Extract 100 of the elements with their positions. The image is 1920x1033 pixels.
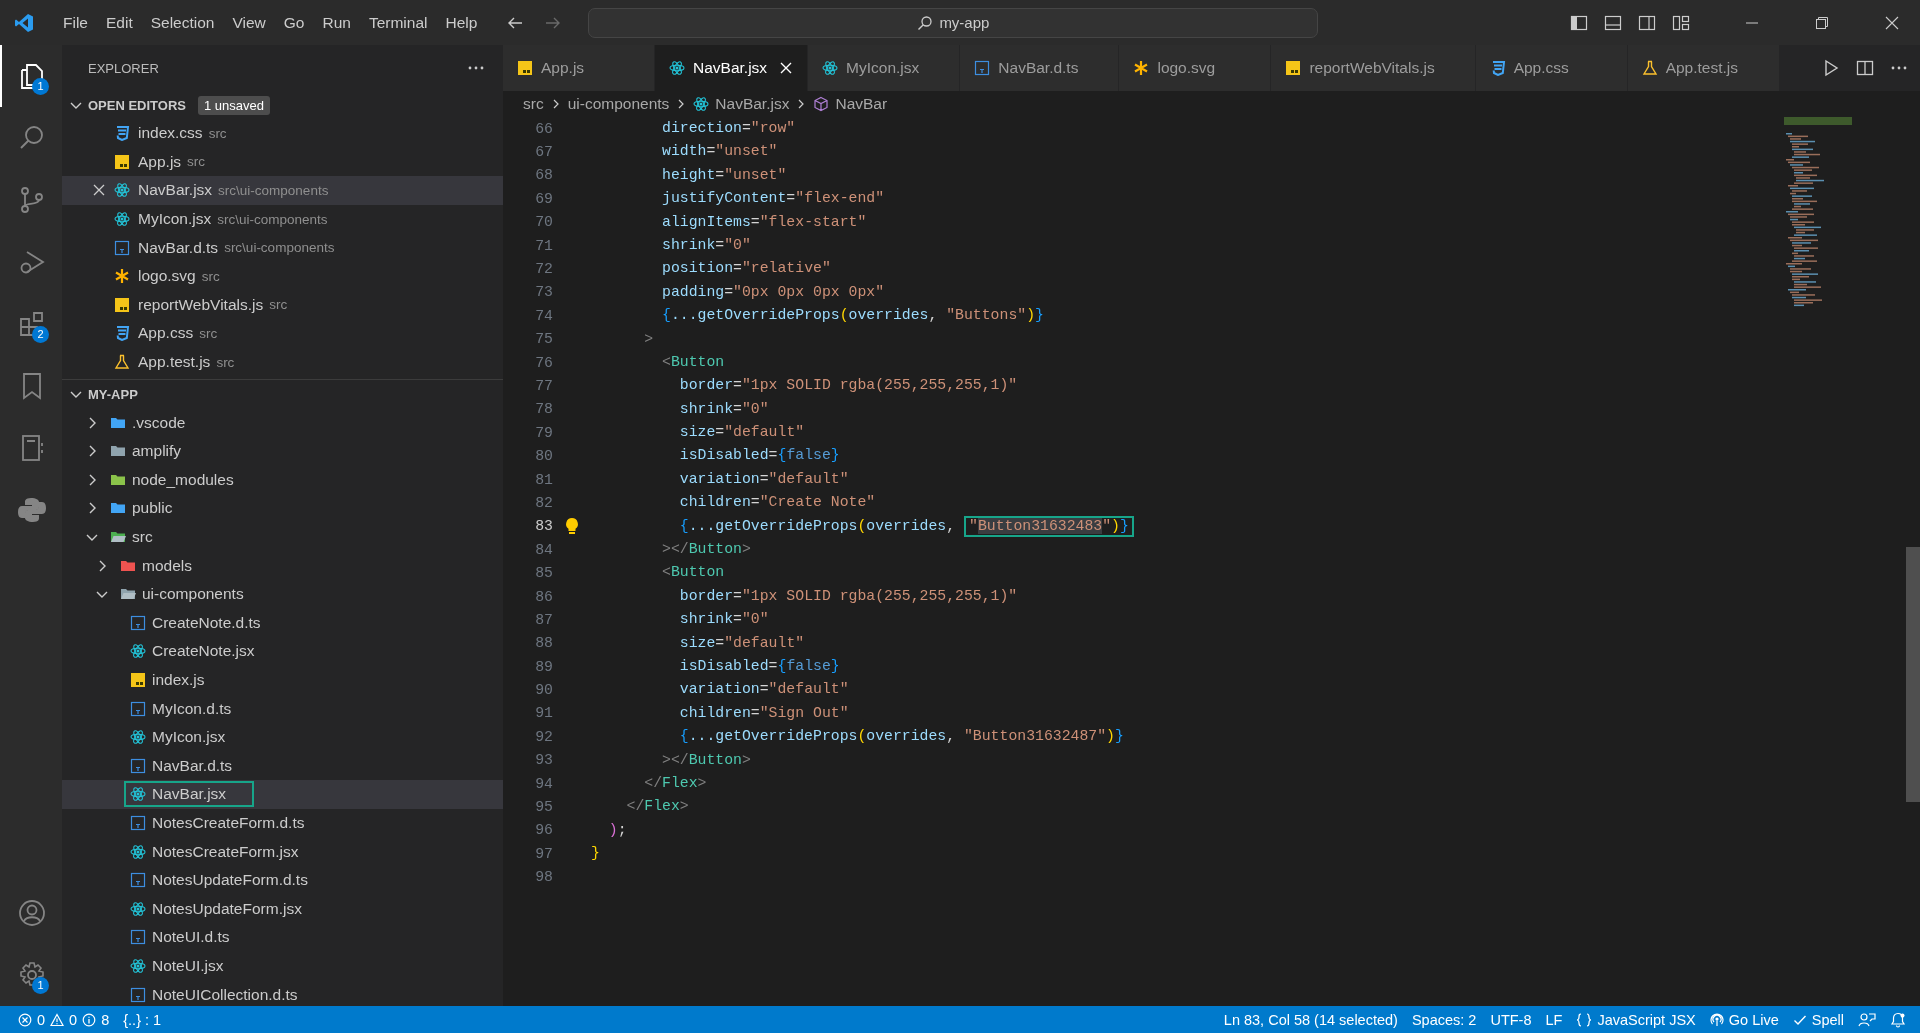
code-line: variation="default": [678, 680, 849, 700]
split-layout-icon[interactable]: [1638, 13, 1656, 32]
code-line: );: [607, 820, 627, 840]
lightbulb-icon[interactable]: [565, 517, 579, 536]
breadcrumb-item[interactable]: NavBar.jsx: [693, 95, 790, 113]
close-icon[interactable]: [1884, 14, 1900, 31]
info-icon: [82, 1012, 97, 1027]
play-icon[interactable]: [1822, 59, 1840, 77]
split-editor-icon[interactable]: [1856, 59, 1874, 77]
scrollbar-thumb[interactable]: [1906, 547, 1920, 802]
tree-item[interactable]: NotesUpdateForm.d.ts: [124, 867, 336, 894]
spell-check-status[interactable]: Spell: [1792, 1011, 1844, 1028]
open-editor-item[interactable]: NavBar.d.ts src\ui-components: [62, 233, 503, 262]
atom-icon: [669, 60, 685, 76]
unsaved-badge: 1 unsaved: [198, 95, 270, 115]
menu-item[interactable]: Selection: [141, 9, 224, 36]
tree-item[interactable]: NoteUICollection.d.ts: [124, 981, 326, 1006]
open-editor-item[interactable]: App.test.js src: [62, 347, 503, 377]
go-live-button[interactable]: Go Live: [1709, 1011, 1779, 1028]
tree-item[interactable]: NoteUI.d.ts: [124, 924, 258, 951]
encoding-status[interactable]: UTF-8: [1490, 1011, 1532, 1028]
line-number: 88: [534, 635, 553, 652]
tree-item[interactable]: node_modules: [104, 466, 262, 493]
search-field[interactable]: my-app: [588, 7, 1319, 38]
menu-item[interactable]: Edit: [97, 9, 142, 36]
menu-item[interactable]: Terminal: [359, 9, 437, 36]
open-editor-item[interactable]: logo.svg src: [62, 261, 503, 291]
tree-item[interactable]: CreateNote.jsx: [124, 638, 283, 665]
editor-tab[interactable]: NavBar.jsx: [655, 45, 809, 91]
code-line: ></Button>: [661, 540, 751, 560]
tree-item[interactable]: CreateNote.d.ts: [124, 609, 289, 636]
code-line: children="Create Note": [678, 493, 876, 513]
menu-item[interactable]: Help: [436, 9, 487, 36]
breadcrumb-item[interactable]: src: [523, 95, 544, 113]
cursor-position[interactable]: Ln 83, Col 58 (14 selected): [1223, 1011, 1398, 1028]
tree-item[interactable]: MyIcon.d.ts: [124, 695, 260, 722]
tree-item[interactable]: amplify: [104, 438, 210, 465]
bell-icon[interactable]: [1890, 1011, 1906, 1028]
close-icon[interactable]: [92, 183, 106, 198]
editor-tab[interactable]: NavBar.d.ts: [960, 45, 1120, 91]
tree-item[interactable]: NotesUpdateForm.jsx: [124, 895, 330, 922]
tree-item[interactable]: NotesCreateForm.d.ts: [124, 809, 333, 836]
breadcrumb-item[interactable]: ui-components: [567, 95, 670, 113]
open-editor-item[interactable]: App.css src: [62, 319, 503, 348]
tree-item[interactable]: MyIcon.jsx: [124, 724, 254, 751]
tree-item[interactable]: ui-components: [114, 581, 272, 608]
feedback-icon[interactable]: [1858, 1011, 1876, 1028]
editor-tab[interactable]: logo.svg: [1119, 45, 1272, 91]
editor-tab[interactable]: MyIcon.jsx: [808, 45, 961, 91]
section-header[interactable]: OPEN EDITORS 1 unsaved: [62, 91, 503, 119]
breadcrumb-item[interactable]: NavBar: [813, 95, 888, 113]
tree-item[interactable]: src: [104, 524, 181, 550]
menu-item[interactable]: Go: [274, 9, 314, 36]
tree-item[interactable]: NoteUI.jsx: [124, 952, 252, 979]
indentation-status[interactable]: Spaces: 2: [1411, 1011, 1477, 1028]
line-number: 72: [534, 261, 553, 278]
code-line: shrink="0": [678, 610, 769, 630]
menu-item[interactable]: File: [54, 9, 97, 36]
tree-item[interactable]: index.js: [124, 667, 233, 693]
line-number: 73: [534, 284, 553, 301]
line-number: 74: [534, 307, 553, 324]
ts-file-icon: [130, 872, 146, 889]
bracket-status[interactable]: {..} : 1: [123, 1011, 162, 1028]
editor-tab[interactable]: reportWebVitals.js: [1271, 45, 1476, 91]
ts-file-icon: [130, 614, 146, 631]
section-header[interactable]: MY-APP: [62, 379, 503, 409]
menu-item[interactable]: Run: [313, 9, 360, 36]
sidebar-layout-icon[interactable]: [1570, 13, 1588, 32]
editor-tab[interactable]: App.js: [503, 45, 655, 91]
line-number: 92: [534, 728, 553, 745]
editor-tab[interactable]: App.css: [1475, 45, 1628, 91]
tree-item[interactable]: models: [114, 552, 220, 579]
open-editor-item[interactable]: reportWebVitals.js src: [62, 290, 503, 320]
open-editor-item[interactable]: index.css src: [62, 119, 503, 148]
activity-bar-item[interactable]: 1: [0, 944, 62, 1006]
code-line: alignItems="flex-start": [661, 212, 867, 232]
ts-file-icon: [974, 60, 991, 76]
problems-status[interactable]: 0 0 8: [18, 1011, 110, 1028]
menu-item[interactable]: View: [223, 9, 275, 36]
activity-bar-item[interactable]: 2: [0, 293, 62, 355]
panel-layout-icon[interactable]: [1604, 13, 1622, 32]
tree-item[interactable]: public: [104, 495, 201, 522]
open-editor-item[interactable]: MyIcon.jsx src\ui-components: [62, 204, 503, 234]
code-line: size="default": [678, 423, 805, 443]
open-editor-item[interactable]: App.js src: [62, 147, 503, 177]
line-number: 84: [534, 541, 553, 558]
tree-item[interactable]: .vscode: [104, 409, 214, 436]
line-ending-status[interactable]: LF: [1545, 1011, 1563, 1028]
editor-tab[interactable]: App.test.js: [1627, 45, 1780, 91]
restore-icon[interactable]: [1814, 14, 1830, 31]
close-icon[interactable]: [779, 61, 794, 75]
atom-icon: [114, 182, 130, 199]
ts-file-icon: [130, 929, 146, 946]
line-number: 82: [534, 494, 553, 511]
open-editor-item[interactable]: NavBar.jsx src\ui-components: [62, 176, 503, 205]
language-mode[interactable]: JavaScript JSX: [1576, 1011, 1696, 1028]
tree-item[interactable]: NavBar.jsx: [124, 781, 255, 808]
tree-item[interactable]: NavBar.d.ts: [124, 752, 261, 779]
tree-item[interactable]: NotesCreateForm.jsx: [124, 838, 327, 865]
grid-layout-icon[interactable]: [1672, 13, 1690, 32]
